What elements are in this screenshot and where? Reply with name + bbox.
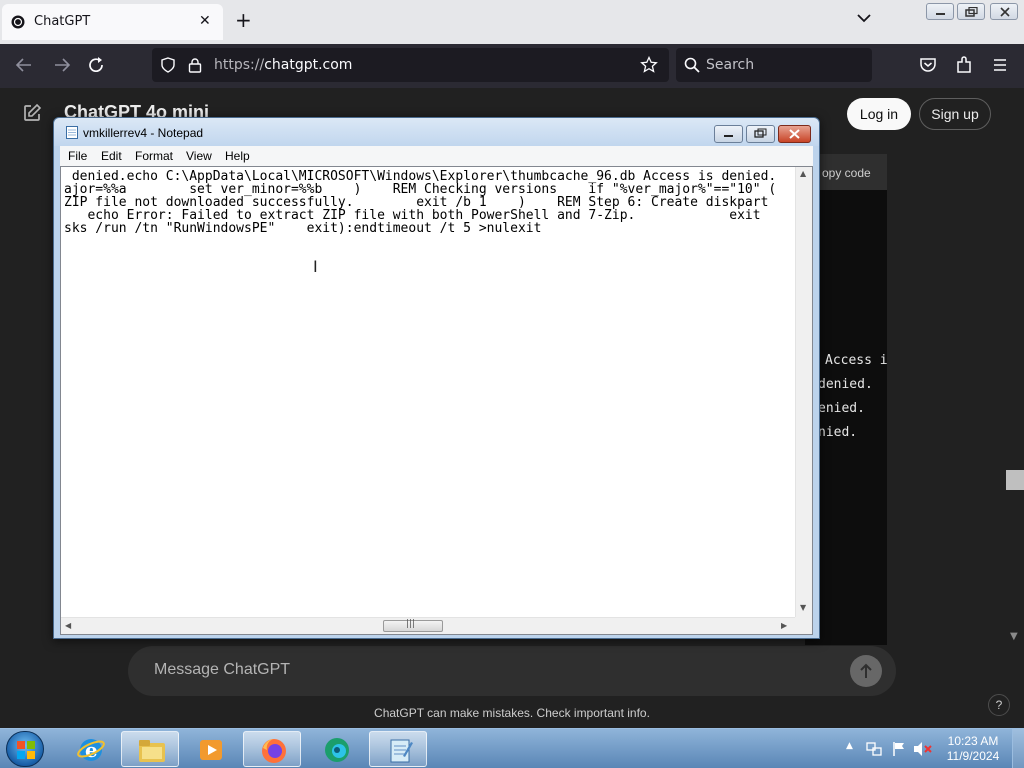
code-line: enied. bbox=[818, 401, 865, 416]
text-line: sks /run /tn "RunWindowsPE" exit):endtim… bbox=[64, 221, 542, 236]
bookmark-star-icon[interactable] bbox=[640, 56, 658, 74]
signup-button[interactable]: Sign up bbox=[919, 98, 991, 130]
scroll-right-arrow-icon[interactable]: ▶ bbox=[781, 621, 787, 630]
search-bar[interactable]: Search bbox=[676, 48, 872, 82]
code-line: Access i bbox=[825, 353, 887, 368]
taskbar-firefox[interactable] bbox=[243, 731, 301, 767]
forward-arrow-icon[interactable] bbox=[52, 56, 72, 74]
browser-toolbar: https://chatgpt.com Search bbox=[0, 44, 1024, 88]
firefox-icon bbox=[262, 739, 286, 763]
internet-explorer-icon: e bbox=[77, 738, 105, 762]
close-icon bbox=[789, 129, 800, 139]
media-player-icon bbox=[200, 740, 222, 760]
scroll-down-arrow-icon[interactable]: ▼ bbox=[1010, 631, 1018, 642]
scroll-up-arrow-icon[interactable]: ▲ bbox=[800, 169, 806, 178]
notepad-restore-button[interactable] bbox=[746, 125, 775, 143]
page-scrollbar-thumb[interactable] bbox=[1006, 470, 1024, 490]
volume-muted-icon[interactable] bbox=[913, 741, 933, 757]
windows-logo-icon bbox=[17, 741, 35, 759]
show-hidden-icons-icon[interactable]: ▲ bbox=[846, 741, 853, 751]
system-clock[interactable]: 10:23 AM 11/9/2024 bbox=[940, 734, 1006, 764]
message-composer[interactable]: Message ChatGPT bbox=[128, 646, 896, 696]
code-line: denied. bbox=[818, 377, 873, 392]
notepad-window[interactable]: vmkillerrev4 - Notepad File Edit Format … bbox=[53, 117, 820, 639]
taskbar-windows-explorer[interactable] bbox=[121, 731, 179, 767]
chatgpt-logo-icon bbox=[11, 15, 25, 29]
notepad-menubar: File Edit Format View Help bbox=[60, 146, 813, 166]
send-button[interactable] bbox=[850, 655, 882, 687]
help-button[interactable]: ? bbox=[988, 694, 1010, 716]
new-chat-icon[interactable] bbox=[22, 103, 42, 123]
minimize-icon bbox=[936, 13, 945, 15]
network-icon[interactable] bbox=[866, 741, 882, 757]
search-icon bbox=[684, 57, 700, 73]
windows-taskbar: e ▲ 10:23 AM 11/9/2024 bbox=[0, 728, 1024, 768]
browser-tab-strip: ChatGPT ✕ + bbox=[0, 0, 1024, 44]
login-button[interactable]: Log in bbox=[847, 98, 911, 130]
menu-view[interactable]: View bbox=[186, 149, 212, 163]
menu-format[interactable]: Format bbox=[135, 149, 173, 163]
restore-button[interactable] bbox=[957, 3, 985, 20]
clock-date: 11/9/2024 bbox=[946, 749, 1000, 763]
start-button[interactable] bbox=[6, 731, 44, 767]
folder-icon bbox=[139, 740, 165, 762]
edge-icon bbox=[325, 738, 349, 762]
taskbar-edge[interactable] bbox=[307, 731, 365, 767]
text-cursor-icon: I bbox=[313, 257, 318, 276]
restore-icon bbox=[965, 7, 978, 17]
arrow-up-icon bbox=[860, 663, 872, 678]
address-bar[interactable]: https://chatgpt.com bbox=[152, 48, 669, 82]
pocket-icon[interactable] bbox=[919, 56, 937, 74]
tab-title: ChatGPT bbox=[34, 14, 91, 29]
minimize-icon bbox=[724, 135, 733, 137]
notepad-text-area[interactable]: denied.echo C:\AppData\Local\MICROSOFT\W… bbox=[60, 166, 813, 635]
tab-close-icon[interactable]: ✕ bbox=[199, 13, 211, 29]
notepad-minimize-button[interactable] bbox=[714, 125, 743, 143]
new-tab-icon[interactable]: + bbox=[235, 8, 252, 32]
menu-edit[interactable]: Edit bbox=[101, 149, 122, 163]
url-text: https://chatgpt.com bbox=[214, 57, 353, 73]
scrollbar-corner bbox=[795, 617, 812, 634]
horizontal-scrollbar-thumb[interactable]: ||| bbox=[383, 619, 443, 632]
shield-icon[interactable] bbox=[160, 57, 176, 73]
message-input[interactable]: Message ChatGPT bbox=[154, 661, 290, 679]
scrollbar-grip: ||| bbox=[406, 619, 416, 629]
hamburger-menu-icon[interactable] bbox=[991, 56, 1009, 74]
show-desktop-button[interactable] bbox=[1012, 729, 1024, 768]
scroll-left-arrow-icon[interactable]: ◀ bbox=[65, 621, 71, 630]
notepad-titlebar[interactable]: vmkillerrev4 - Notepad bbox=[54, 118, 819, 146]
notepad-close-button[interactable] bbox=[778, 125, 811, 143]
taskbar-internet-explorer[interactable]: e bbox=[61, 731, 119, 767]
copy-code-button[interactable]: opy code bbox=[822, 166, 871, 180]
back-arrow-icon[interactable] bbox=[14, 56, 34, 74]
restore-icon bbox=[754, 128, 767, 138]
lock-icon[interactable] bbox=[188, 57, 202, 73]
extensions-icon[interactable] bbox=[955, 56, 973, 74]
action-center-flag-icon[interactable] bbox=[891, 741, 907, 757]
menu-help[interactable]: Help bbox=[225, 149, 250, 163]
code-line: nied. bbox=[818, 425, 858, 440]
disclaimer-text: ChatGPT can make mistakes. Check importa… bbox=[374, 706, 650, 720]
minimize-button[interactable] bbox=[926, 3, 954, 20]
notepad-icon bbox=[66, 126, 78, 139]
reload-icon[interactable] bbox=[87, 56, 107, 74]
taskbar-media-player[interactable] bbox=[181, 731, 239, 767]
taskbar-notepad[interactable] bbox=[369, 731, 427, 767]
scroll-down-arrow-icon[interactable]: ▼ bbox=[800, 603, 806, 612]
search-placeholder: Search bbox=[706, 57, 755, 73]
clock-time: 10:23 AM bbox=[947, 734, 999, 748]
notepad-title: vmkillerrev4 - Notepad bbox=[83, 126, 204, 140]
close-window-button[interactable] bbox=[990, 3, 1018, 20]
close-icon bbox=[1000, 7, 1010, 17]
horizontal-scrollbar[interactable]: ◀ ||| ▶ bbox=[61, 617, 795, 634]
vertical-scrollbar[interactable]: ▲ ▼ bbox=[795, 167, 812, 617]
notepad-icon bbox=[390, 739, 413, 763]
menu-file[interactable]: File bbox=[68, 149, 87, 163]
tab-chatgpt[interactable]: ChatGPT ✕ bbox=[2, 4, 223, 40]
chevron-down-icon[interactable] bbox=[856, 12, 872, 24]
